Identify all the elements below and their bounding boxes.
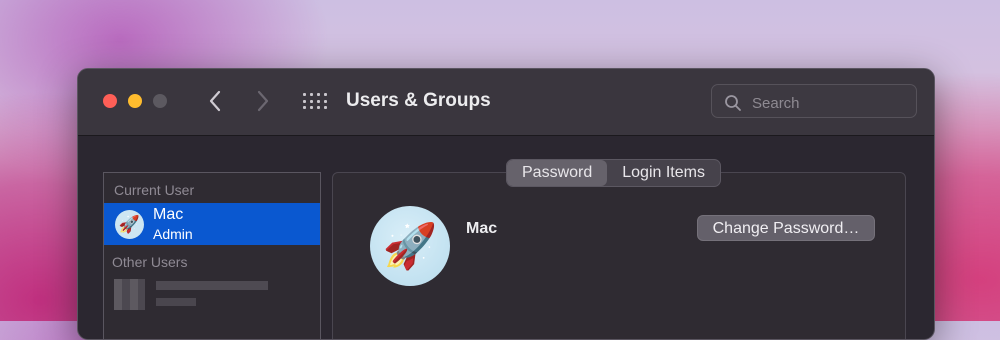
blurred-role <box>156 298 196 306</box>
title-bar: Users & Groups <box>78 69 934 136</box>
chevron-right-icon <box>257 90 269 112</box>
user-role: Admin <box>153 226 193 242</box>
search-field[interactable] <box>711 84 917 118</box>
tab-password[interactable]: Password <box>507 160 608 186</box>
search-input[interactable] <box>750 91 914 115</box>
user-avatar-large[interactable]: 🚀 <box>370 206 450 286</box>
users-sidebar: Current User 🚀 Mac Admin Other Users <box>103 172 321 339</box>
other-users-section-label: Other Users <box>112 254 188 270</box>
blurred-name <box>156 281 268 290</box>
change-password-button[interactable]: Change Password… <box>697 215 875 241</box>
blurred-avatar <box>114 279 145 310</box>
forward-button[interactable] <box>250 88 276 114</box>
zoom-button[interactable] <box>153 94 167 108</box>
main-user-name: Mac <box>466 220 498 237</box>
avatar: 🚀 <box>115 210 144 239</box>
show-all-grid-icon[interactable] <box>303 93 327 111</box>
back-button[interactable] <box>202 88 228 114</box>
sidebar-user-mac[interactable]: 🚀 Mac Admin <box>104 203 320 245</box>
tab-login-items[interactable]: Login Items <box>607 160 720 186</box>
search-icon <box>725 95 741 111</box>
tab-bar: Password Login Items <box>506 159 721 187</box>
user-name: Mac <box>153 206 184 223</box>
current-user-section-label: Current User <box>114 182 195 198</box>
chevron-left-icon <box>209 90 221 112</box>
window-title: Users & Groups <box>346 90 491 111</box>
minimize-button[interactable] <box>128 94 142 108</box>
users-groups-window: Users & Groups Current User 🚀 Mac Admin … <box>77 68 935 340</box>
close-button[interactable] <box>103 94 117 108</box>
